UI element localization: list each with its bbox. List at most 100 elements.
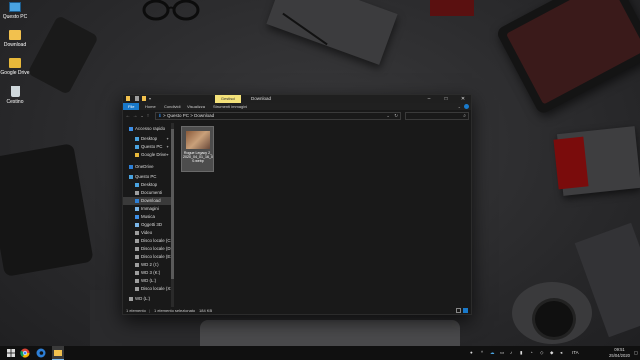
computer-icon — [129, 174, 133, 179]
sidebar-item[interactable]: Disco locale (X:) — [123, 285, 173, 293]
phone-decoration — [27, 15, 99, 95]
sidebar-item[interactable]: WD (L:) — [123, 295, 173, 303]
onedrive-icon[interactable]: ☁ — [490, 346, 495, 360]
sidebar-item[interactable]: OneDrive — [123, 163, 173, 171]
tab-home[interactable]: Home — [145, 103, 156, 110]
nav-scrollbar[interactable] — [171, 123, 174, 307]
file-item[interactable]: Rogue Legacy 2_2020_04_01_16_00.webp — [181, 126, 214, 172]
sidebar-item-label: Questo PC — [135, 174, 157, 179]
sidebar-item-label: Documenti — [141, 190, 162, 195]
sidebar-item[interactable]: WD 3 (K:) — [123, 269, 173, 277]
sidebar-item[interactable]: Immagini — [123, 205, 173, 213]
sidebar-item[interactable]: Google Drive ✦ — [123, 151, 173, 159]
sidebar-item-label: Disco locale (D:) — [141, 246, 174, 251]
maximize-button[interactable]: □ — [438, 95, 454, 103]
pin-icon[interactable]: ✦ — [166, 143, 169, 151]
pin-icon[interactable]: ✦ — [166, 151, 169, 159]
navigation-pane: Accesso rapido Desktop ✦ Questo PC ✦ Google D… — [123, 123, 175, 309]
minimize-button[interactable]: – — [421, 95, 437, 103]
large-icons-view-button[interactable] — [463, 308, 468, 313]
speaker-icon[interactable]: ◂ — [560, 346, 562, 360]
chrome-icon[interactable] — [20, 348, 30, 358]
file-explorer-taskbar-button[interactable] — [52, 346, 64, 360]
drive-icon — [129, 296, 133, 301]
sidebar-item-label: Disco locale (E:) — [141, 254, 173, 259]
folder-icon — [126, 96, 130, 101]
sidebar-item-label: Google Drive — [141, 152, 167, 157]
wifi-icon[interactable]: ◔ — [530, 346, 533, 360]
folder-icon — [9, 30, 21, 40]
new-folder-icon[interactable] — [142, 96, 146, 101]
details-view-button[interactable] — [456, 308, 461, 313]
sidebar-item[interactable]: Questo PC ✦ — [123, 143, 173, 151]
chevron-down-icon[interactable]: ⌄ — [386, 113, 390, 119]
language-indicator[interactable]: ITA — [572, 346, 579, 360]
tablet-decoration-left — [0, 143, 94, 277]
context-tab-manage[interactable]: Gestisci — [215, 95, 241, 103]
sidebar-item[interactable]: Disco locale (E:) — [123, 253, 173, 261]
desktop-icon-this-pc[interactable]: Questo PC — [0, 2, 30, 20]
breadcrumb-download[interactable]: Download — [194, 113, 214, 118]
search-input[interactable]: ⌕ — [405, 112, 469, 120]
sidebar-item[interactable]: Accesso rapido — [123, 125, 173, 133]
red-box-decoration — [430, 0, 474, 16]
clock[interactable]: 09:51 25/04/2020 — [609, 347, 630, 358]
clock-date: 25/04/2020 — [609, 352, 630, 358]
chevron-down-icon[interactable]: ▾ — [149, 96, 153, 101]
scrollbar-thumb[interactable] — [171, 129, 174, 279]
tab-file[interactable]: File — [123, 103, 140, 110]
windows-start-icon[interactable] — [6, 348, 16, 358]
title-bar[interactable]: ▾ Gestisci Download – □ ✕ — [123, 95, 471, 103]
help-icon[interactable] — [464, 104, 469, 109]
show-hidden-icons-icon[interactable]: ^ — [481, 346, 483, 360]
drive-icon — [135, 238, 139, 243]
sidebar-item[interactable]: Questo PC — [123, 173, 173, 181]
expand-ribbon-icon[interactable]: ⌄ — [458, 103, 461, 110]
sidebar-item[interactable]: Download — [123, 197, 173, 205]
desktop-icon-label: Download — [3, 42, 27, 48]
desktop-icon-download[interactable]: Download — [0, 30, 30, 48]
drive-icon — [135, 262, 139, 267]
refresh-icon[interactable]: ↻ — [394, 113, 398, 119]
file-list: Rogue Legacy 2_2020_04_01_16_00.webp — [177, 123, 471, 309]
sidebar-item[interactable]: Oggetti 3D — [123, 221, 173, 229]
google-drive-icon — [9, 58, 21, 68]
back-arrow-icon[interactable]: ← — [125, 112, 131, 120]
selection-size: 184 KB — [199, 308, 213, 313]
volume-icon[interactable]: ♪ — [510, 346, 512, 360]
tab-picture-tools[interactable]: Strumenti immagini — [213, 103, 247, 110]
tab-view[interactable]: Visualizza — [187, 103, 205, 110]
sidebar-item[interactable]: Documenti — [123, 189, 173, 197]
sidebar-item[interactable]: Musica — [123, 213, 173, 221]
tab-share[interactable]: Condividi — [164, 103, 180, 110]
taskbar: ● ^ ☁ ▭ ♪ ▮ ◔ ◇ ◆ ◂ ITA 09:51 25/04/2020… — [0, 346, 640, 360]
desktop-icon-google-drive[interactable]: Google Drive — [0, 58, 30, 76]
sidebar-item[interactable]: WD (L:) — [123, 277, 173, 285]
forward-arrow-icon[interactable]: → — [132, 112, 138, 120]
sidebar-item[interactable]: Desktop ✦ — [123, 135, 173, 143]
dropbox-icon[interactable]: ◇ — [540, 346, 543, 360]
sidebar-item[interactable]: Disco locale (C:) — [123, 237, 173, 245]
edge-icon[interactable] — [36, 348, 46, 358]
person-icon[interactable]: ● — [470, 346, 473, 360]
breadcrumb-this-pc[interactable]: Questo PC — [167, 113, 189, 118]
desktop-folder-icon — [135, 182, 139, 187]
sidebar-item[interactable]: Video — [123, 229, 173, 237]
desktop-icon-recycle-bin[interactable]: Cestino — [0, 86, 30, 105]
address-row: ← → ⌄ ↑ ⬇ > Questo PC > Download ⌄ ↻ ⌕ — [123, 111, 471, 121]
security-icon[interactable]: ◆ — [550, 346, 553, 360]
battery-icon[interactable]: ▮ — [520, 346, 522, 360]
up-arrow-icon[interactable]: ↑ — [145, 112, 151, 120]
close-button[interactable]: ✕ — [455, 95, 471, 103]
pin-icon[interactable]: ✦ — [166, 135, 169, 143]
coffee-cup-decoration — [532, 298, 576, 340]
sidebar-item[interactable]: Desktop — [123, 181, 173, 189]
properties-icon[interactable] — [135, 96, 139, 101]
address-bar[interactable]: ⬇ > Questo PC > Download ⌄ ↻ — [155, 112, 401, 120]
sidebar-item[interactable]: WD 2 (I:) — [123, 261, 173, 269]
notifications-icon[interactable]: ▢ — [634, 346, 638, 360]
desktop-icon-label: Questo PC — [2, 14, 28, 20]
documents-icon — [135, 190, 139, 195]
sidebar-item[interactable]: Disco locale (D:) — [123, 245, 173, 253]
network-icon[interactable]: ▭ — [500, 346, 504, 360]
